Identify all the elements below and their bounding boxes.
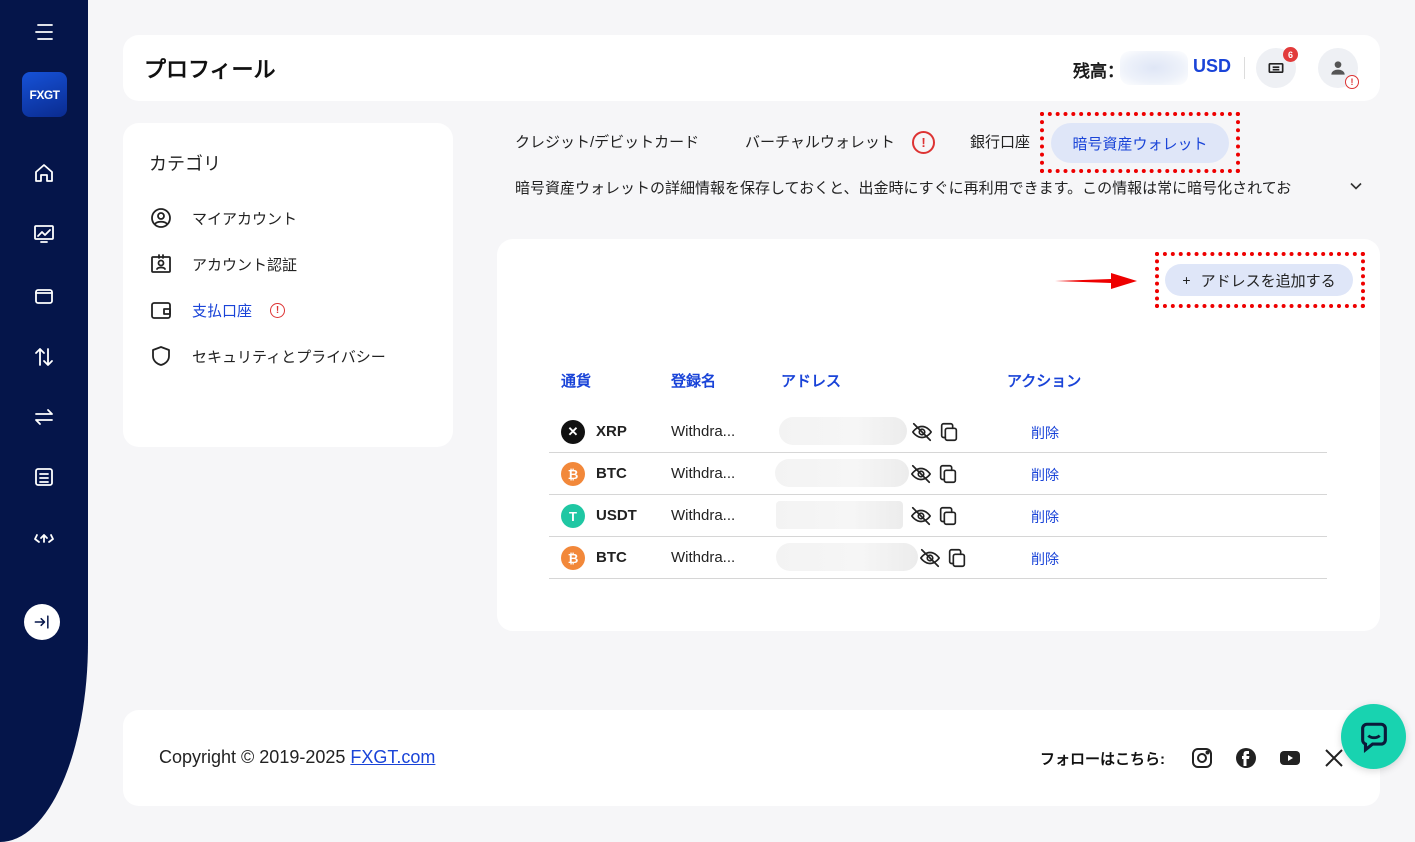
copy-icon[interactable] [937,505,959,527]
chat-icon [1360,722,1387,753]
tether-icon: T [561,504,585,528]
copy-icon[interactable] [937,463,959,485]
registered-name: Withdra... [671,423,736,440]
column-header-address: アドレス [781,373,842,390]
balance-label: 残高： [1073,62,1124,81]
eye-off-icon[interactable] [910,463,932,485]
warning-icon: ! [912,131,935,154]
balance-value-hidden [1120,51,1188,85]
copy-icon[interactable] [938,421,960,443]
partner-icon[interactable] [28,521,60,553]
header-bar: プロフィール 残高： USD 6 ! [123,35,1380,101]
table-row: T USDT Withdra... 削除 [549,495,1327,537]
collapse-nav-button[interactable] [24,604,60,640]
address-hidden [776,501,903,529]
delete-link[interactable]: 削除 [1031,507,1059,527]
category-item-verification[interactable]: アカウント認証 [149,251,297,277]
eye-off-icon[interactable] [910,505,932,527]
eye-off-icon[interactable] [919,547,941,569]
chevron-down-icon[interactable] [1346,176,1366,196]
header-divider [1244,57,1245,79]
history-list-icon[interactable] [28,461,60,493]
tab-virtual-wallet[interactable]: バーチャルウォレット [745,131,895,152]
column-header-name: 登録名 [671,373,717,390]
home-icon[interactable] [28,157,60,189]
warning-icon: ! [270,302,286,318]
delete-link[interactable]: 削除 [1031,465,1059,485]
category-label: アカウント認証 [192,256,298,274]
page-title: プロフィール [144,57,276,82]
table-row: ₿ BTC Withdra... 削除 [549,453,1327,495]
address-hidden [779,417,907,445]
youtube-icon[interactable] [1278,746,1302,770]
facebook-icon[interactable] [1234,746,1258,770]
bitcoin-icon: ₿ [561,462,585,486]
copyright-text: Copyright © 2019-2025 FXGT.com [159,747,436,767]
category-item-payment-accounts[interactable]: 支払口座 ! [149,297,286,323]
registered-name: Withdra... [671,549,736,566]
x-twitter-icon[interactable] [1322,746,1346,770]
coin-ticker: BTC [596,549,627,566]
red-arrow-annotation [1055,273,1137,289]
highlight-box [1040,112,1240,173]
category-label: 支払口座 [192,302,253,320]
user-icon [1331,61,1345,75]
notification-badge: 6 [1283,47,1298,62]
delete-link[interactable]: 削除 [1031,423,1059,443]
user-circle-icon [151,208,171,228]
coin-ticker: XRP [596,423,627,440]
coin-ticker: USDT [596,507,637,524]
eye-off-icon[interactable] [911,421,933,443]
trading-chart-icon[interactable] [28,218,60,250]
column-header-action: アクション [1007,373,1082,390]
tab-credit-card[interactable]: クレジット/デビットカード [515,131,699,152]
side-nav: FXGT [0,0,88,842]
description-text: 暗号資産ウォレットの詳細情報を保存しておくと、出金時にすぐに再利用できます。この… [515,180,1292,197]
follow-label: フォローはこちら: [1040,751,1165,768]
address-hidden [776,543,918,571]
balance-currency: USD [1193,56,1232,76]
footer: Copyright © 2019-2025 FXGT.com フォローはこちら: [123,710,1380,806]
category-item-my-account[interactable]: マイアカウント [149,205,297,231]
table-row: ₿ BTC Withdra... 削除 [549,537,1327,579]
category-label: セキュリティとプライバシー [192,348,386,366]
transfer-icon[interactable] [28,401,60,433]
category-label: マイアカウント [192,210,298,228]
xrp-icon: ✕ [561,420,585,444]
category-panel: カテゴリ マイアカウント アカウント認証 支払口座 ! セキュリティとプライバシ… [123,123,453,447]
avatar-alert-icon: ! [1345,75,1359,89]
wallet-icon[interactable] [28,280,60,312]
bitcoin-icon: ₿ [561,546,585,570]
shield-icon [152,346,170,366]
copy-icon[interactable] [946,547,968,569]
instagram-icon[interactable] [1190,746,1214,770]
menu-icon[interactable] [28,16,60,48]
highlight-box [1155,252,1365,308]
registered-name: Withdra... [671,465,736,482]
category-title: カテゴリ [149,154,221,174]
registered-name: Withdra... [671,507,736,524]
tab-bank-account[interactable]: 銀行口座 [970,131,1030,152]
coin-ticker: BTC [596,465,627,482]
chat-button[interactable] [1341,704,1406,769]
table-row: ✕ XRP Withdra... 削除 [549,411,1327,453]
address-hidden [775,459,909,487]
deposit-withdraw-icon[interactable] [28,341,60,373]
id-card-icon [151,254,171,273]
column-header-currency: 通貨 [561,373,592,390]
category-item-security[interactable]: セキュリティとプライバシー [149,343,386,369]
fxgt-logo[interactable]: FXGT [22,72,67,117]
wallet-icon [151,302,171,319]
delete-link[interactable]: 削除 [1031,549,1059,569]
ticket-icon [1268,63,1284,73]
fxgt-link[interactable]: FXGT.com [350,747,435,767]
